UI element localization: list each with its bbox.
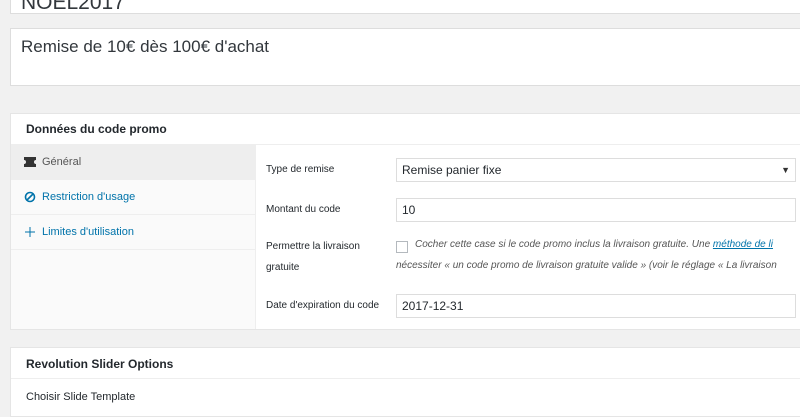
free-shipping-label-line1: Permettre la livraison: [266, 241, 360, 252]
free-shipping-desc-text: Cocher cette case si le code promo inclu…: [415, 239, 713, 250]
discount-type-row: Type de remise Remise panier fixe ▼: [256, 157, 800, 183]
free-shipping-label-line2: gratuite: [266, 262, 300, 273]
free-shipping-description: Cocher cette case si le code promo inclu…: [415, 239, 773, 250]
tab-label: Limites d'utilisation: [42, 226, 134, 238]
free-shipping-description-line2: nécessiter « un code promo de livraison …: [396, 260, 777, 271]
amount-input[interactable]: 10: [396, 198, 796, 222]
free-shipping-row: Permettre la livraison gratuite Cocher c…: [256, 233, 800, 283]
coupon-data-panel: Données du code promo Général Restrictio…: [10, 113, 800, 330]
expiry-label: Date d'expiration du code: [266, 300, 380, 311]
panel-title: Revolution Slider Options: [11, 348, 800, 379]
choose-slide-template-label: Choisir Slide Template: [26, 391, 136, 403]
expiry-row: Date d'expiration du code 2017-12-31: [256, 293, 800, 319]
panel-title: Données du code promo: [11, 114, 800, 145]
tab-label: Restriction d'usage: [42, 191, 136, 203]
free-shipping-checkbox[interactable]: [396, 241, 408, 253]
dropdown-arrow-icon: ▼: [781, 165, 790, 175]
tab-general[interactable]: Général: [11, 145, 255, 180]
discount-type-select[interactable]: Remise panier fixe ▼: [396, 158, 796, 182]
discount-type-label: Type de remise: [266, 164, 335, 175]
general-fields: Type de remise Remise panier fixe ▼ Mont…: [256, 145, 800, 329]
discount-type-value: Remise panier fixe: [402, 163, 502, 177]
ticket-icon: [24, 156, 36, 168]
tab-usage-restriction[interactable]: Restriction d'usage: [11, 180, 255, 215]
expiry-date-input[interactable]: 2017-12-31: [396, 294, 796, 318]
coupon-description-field[interactable]: Remise de 10€ dès 100€ d'achat: [10, 28, 800, 86]
coupon-code-input[interactable]: NOEL2017: [10, 0, 800, 14]
shipping-method-link[interactable]: méthode de li: [713, 239, 773, 250]
amount-label: Montant du code: [266, 204, 341, 215]
forbidden-icon: [24, 191, 36, 203]
coupon-data-tabs: Général Restriction d'usage Limites d'ut…: [11, 145, 256, 329]
amount-row: Montant du code 10: [256, 197, 800, 223]
tab-usage-limits[interactable]: Limites d'utilisation: [11, 215, 255, 250]
tab-label: Général: [42, 156, 82, 168]
plus-icon: [24, 226, 36, 238]
revolution-slider-panel: Revolution Slider Options Choisir Slide …: [10, 347, 800, 417]
